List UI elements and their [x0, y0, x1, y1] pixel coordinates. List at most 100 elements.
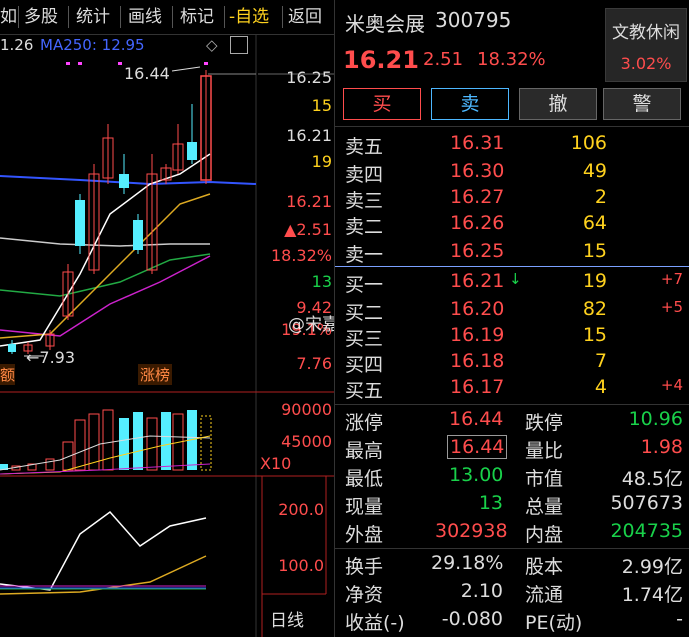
bid-price: 16.18 [450, 350, 505, 372]
bid-label: 买五 [345, 380, 384, 402]
toolbar-divider [120, 6, 121, 28]
divider [335, 126, 689, 127]
stats-row-net-asset: 净资 2.10 流通 1.74亿 [335, 578, 689, 606]
axis-label-13: 13 [311, 272, 332, 291]
stock-name: 米奥会展 [345, 12, 425, 36]
axis-label-16-21: 16.21 [286, 126, 332, 145]
bid-label: 买三 [345, 328, 384, 350]
down-arrow-icon: ↓ [509, 270, 522, 288]
limit-down-value: 10.96 [628, 408, 683, 430]
alert-button[interactable]: 警 [603, 88, 681, 120]
bid-volume: 15 [582, 324, 607, 346]
eps-value: -0.080 [441, 608, 503, 630]
ask-row[interactable]: 卖二 16.26 64 [335, 210, 689, 238]
toolbar-item-draw[interactable]: 画线 [128, 4, 162, 30]
stats-row-outer: 外盘 302938 内盘 204735 [335, 518, 689, 546]
ask-price: 16.26 [450, 212, 505, 234]
vol-axis-45000: 45000 [281, 432, 332, 451]
ask-price: 16.27 [450, 186, 505, 208]
ask-row[interactable]: 卖一 16.25 15 [335, 238, 689, 266]
axis-label-15: 15 [311, 96, 332, 115]
toolbar-item-back[interactable]: 返回 [288, 4, 322, 30]
stock-code: 300795 [435, 8, 512, 32]
bid-volume: 7 [594, 350, 607, 372]
high-value: 16.44 [447, 435, 508, 459]
total-volume-label: 总量 [525, 496, 564, 518]
stats-row-turnover: 换手 29.18% 股本 2.99亿 [335, 550, 689, 578]
limit-down-label: 跌停 [525, 412, 564, 434]
toolbar-item-watchlist[interactable]: -自选 [229, 4, 269, 30]
quote-panel: 米奥会展 300795 16.21 2.51 18.32% 文教休闲 3.02%… [334, 0, 689, 637]
limit-up-value: 16.44 [449, 408, 504, 430]
turnover-value: 29.18% [431, 552, 504, 574]
bid-row[interactable]: 买四 16.18 7 [335, 348, 689, 376]
pe-label: PE(动) [525, 612, 583, 634]
high-marker-label: 16.44 [124, 64, 170, 83]
ask-row[interactable]: 卖三 16.27 2 [335, 184, 689, 212]
bid-price: 16.21 [450, 270, 505, 292]
axis-label-19: 19 [311, 152, 332, 171]
ask-price: 16.25 [450, 240, 505, 262]
current-volume-label: 现量 [345, 496, 384, 518]
kline-chart-area[interactable]: 1.26 MA250: 12.95 ◇ 16.44 ←7.93 额 涨榜 16.… [0, 34, 334, 637]
vol-unit-x10: X10 [260, 454, 292, 473]
bid-delta: +7 [660, 270, 683, 288]
stats-row-limit: 涨停 16.44 跌停 10.96 [335, 406, 689, 434]
toolbar-divider [282, 6, 283, 28]
low-marker-label: ←7.93 [26, 348, 76, 367]
pe-value: - [676, 608, 683, 630]
toolbar-item-mark[interactable]: 标记 [180, 4, 214, 30]
price-change-pct: 18.32% [477, 49, 546, 70]
divider [335, 548, 689, 549]
buy-button[interactable]: 买 [343, 88, 421, 120]
bid-label: 买四 [345, 354, 384, 376]
bid-row[interactable]: 买一 16.21 ↓ 19 +7 [335, 268, 689, 296]
bid-delta: +5 [660, 298, 683, 316]
axis-label-7-76: 7.76 [296, 354, 332, 373]
zhangbang-tag[interactable]: 涨榜 [138, 364, 173, 385]
float-label: 流通 [525, 584, 564, 606]
outer-disk-value: 302938 [435, 520, 508, 542]
ask-volume: 64 [582, 212, 607, 234]
total-volume-value: 507673 [610, 492, 683, 514]
ask-label: 卖三 [345, 190, 384, 212]
sector-name: 文教休闲 [612, 23, 680, 43]
cancel-order-button[interactable]: 撤 [519, 88, 597, 120]
eps-label: 收益(-) [345, 612, 405, 634]
bid-volume: 19 [582, 270, 607, 292]
ask-price: 16.31 [450, 132, 505, 154]
ask-row[interactable]: 卖四 16.30 49 [335, 158, 689, 186]
bid-price: 16.17 [450, 376, 505, 398]
toolbar-item-ru[interactable]: 如 [0, 4, 17, 30]
low-label: 最低 [345, 468, 384, 490]
outer-disk-label: 外盘 [345, 524, 384, 546]
period-daily-tab[interactable]: 日线 [270, 606, 304, 631]
ask-volume: 106 [570, 132, 607, 154]
bid-row[interactable]: 买三 16.19 15 [335, 322, 689, 350]
toolbar-divider [18, 6, 19, 28]
ask-volume: 15 [582, 240, 607, 262]
bid-row[interactable]: 买五 16.17 4 +4 [335, 374, 689, 402]
bid-price: 16.20 [450, 298, 505, 320]
axis-change: ▲2.51 [284, 220, 332, 239]
share-capital-value: 2.99亿 [621, 556, 683, 578]
sell-button[interactable]: 卖 [431, 88, 509, 120]
bid-volume: 4 [594, 376, 607, 398]
low-value: 13.00 [449, 464, 504, 486]
net-asset-value: 2.10 [460, 580, 503, 602]
axis-change-pct: 18.32% [270, 246, 332, 265]
high-label: 最高 [345, 440, 384, 462]
price-change: 2.51 [423, 49, 464, 70]
stats-row-eps: 收益(-) -0.080 PE(动) - [335, 606, 689, 634]
bid-row[interactable]: 买二 16.20 82 +5 [335, 296, 689, 324]
bid-label: 买二 [345, 302, 384, 324]
bid-volume: 82 [582, 298, 607, 320]
market-cap-label: 市值 [525, 468, 564, 490]
bid-delta: +4 [660, 376, 683, 394]
ask-label: 卖二 [345, 216, 384, 238]
toolbar-item-stats[interactable]: 统计 [76, 4, 110, 30]
toolbar-item-multi-stock[interactable]: 多股 [24, 4, 58, 30]
stats-row-high: 最高 16.44 量比 1.98 [335, 434, 689, 462]
sector-pct: 3.02% [620, 54, 672, 73]
ask-row[interactable]: 卖五 16.31 106 [335, 130, 689, 158]
